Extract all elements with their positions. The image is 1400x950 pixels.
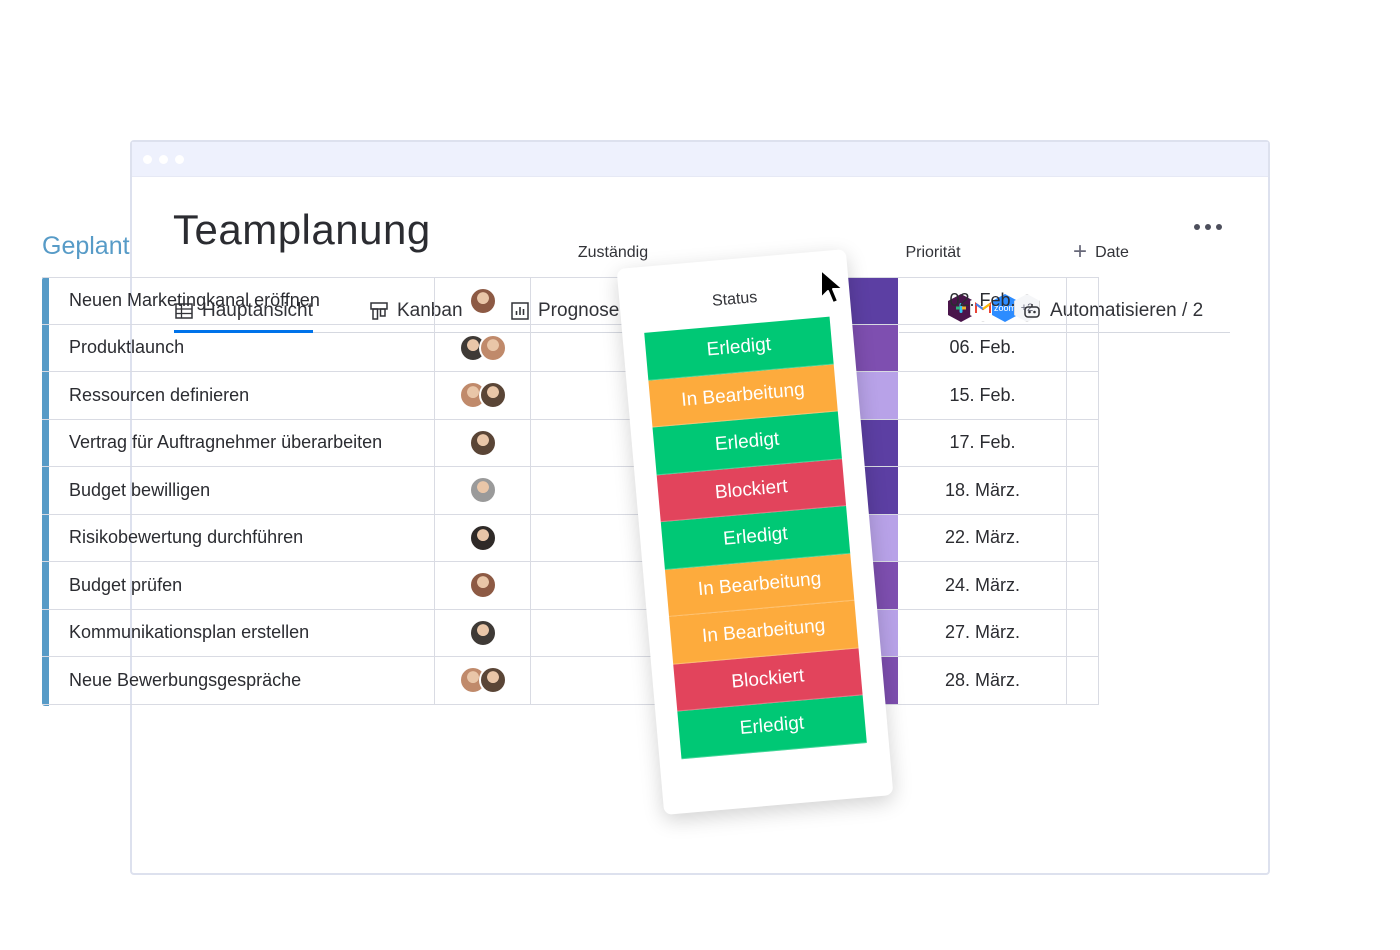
status-list: Erledigt In Bearbeitung Erledigt Blockiert E… bbox=[622, 315, 888, 761]
item-name[interactable]: Ressourcen definieren bbox=[50, 372, 435, 419]
avatar bbox=[478, 666, 507, 695]
item-name[interactable]: Budget bewilligen bbox=[50, 467, 435, 514]
table-row[interactable]: ProduktlaunchMittel06. Feb. bbox=[42, 324, 1099, 372]
avatar bbox=[468, 571, 497, 600]
item-name[interactable]: Neuen Marketingkanal eröffnen bbox=[50, 278, 435, 324]
date-cell[interactable]: 18. März. bbox=[899, 467, 1067, 514]
column-header-priority[interactable]: Priorität bbox=[838, 244, 1028, 262]
owner-cell[interactable] bbox=[435, 609, 531, 656]
item-name[interactable]: Kommunikationsplan erstellen bbox=[50, 609, 435, 656]
avatar bbox=[468, 286, 497, 315]
table-row[interactable]: Vertrag für Auftragnehmer überarbeitenHo… bbox=[42, 419, 1099, 467]
avatar bbox=[468, 523, 497, 552]
table-row[interactable]: Budget bewilligenHoch18. März. bbox=[42, 467, 1099, 515]
date-cell[interactable]: 27. März. bbox=[899, 609, 1067, 656]
date-cell[interactable]: 02. Feb. bbox=[899, 278, 1067, 324]
empty-cell bbox=[1067, 467, 1099, 514]
empty-cell bbox=[1067, 324, 1099, 371]
table-row[interactable]: Risikobewertung durchführenNiedrig22. Mä… bbox=[42, 514, 1099, 562]
date-cell[interactable]: 28. März. bbox=[899, 657, 1067, 704]
avatar bbox=[468, 428, 497, 457]
window-dot bbox=[175, 155, 184, 164]
board-table: Neuen Marketingkanal eröffnenHoch02. Feb… bbox=[42, 277, 1099, 705]
owner-cell[interactable] bbox=[435, 419, 531, 466]
table-row[interactable]: Kommunikationsplan erstellenNiedrig27. M… bbox=[42, 609, 1099, 657]
table-row[interactable]: Neuen Marketingkanal eröffnenHoch02. Feb… bbox=[42, 277, 1099, 325]
empty-cell bbox=[1067, 514, 1099, 561]
item-name[interactable]: Risikobewertung durchführen bbox=[50, 514, 435, 561]
date-cell[interactable]: 24. März. bbox=[899, 562, 1067, 609]
dot-icon bbox=[1194, 224, 1200, 230]
window-titlebar bbox=[132, 142, 1268, 177]
empty-cell bbox=[1067, 562, 1099, 609]
table-row[interactable]: Budget prüfenMittel24. März. bbox=[42, 562, 1099, 610]
empty-cell bbox=[1067, 657, 1099, 704]
avatar bbox=[468, 618, 497, 647]
table-row[interactable]: Ressourcen definierenNiedrig15. Feb. bbox=[42, 372, 1099, 420]
column-header-date[interactable]: Date bbox=[1028, 244, 1196, 262]
window-dot bbox=[143, 155, 152, 164]
date-cell[interactable]: 17. Feb. bbox=[899, 419, 1067, 466]
window-dot bbox=[159, 155, 168, 164]
owner-cell[interactable] bbox=[435, 278, 531, 324]
item-name[interactable]: Vertrag für Auftragnehmer überarbeiten bbox=[50, 419, 435, 466]
owner-cell[interactable] bbox=[435, 324, 531, 371]
owner-cell[interactable] bbox=[435, 514, 531, 561]
date-cell[interactable]: 15. Feb. bbox=[899, 372, 1067, 419]
status-column-dragged[interactable]: Status Erledigt In Bearbeitung Erledigt Blo… bbox=[616, 249, 894, 815]
dot-icon bbox=[1205, 224, 1211, 230]
owner-cell[interactable] bbox=[435, 562, 531, 609]
date-cell[interactable]: 06. Feb. bbox=[899, 324, 1067, 371]
empty-cell bbox=[1067, 609, 1099, 656]
mouse-cursor-icon bbox=[820, 269, 844, 304]
column-header-owner[interactable]: Zuständig bbox=[565, 244, 661, 262]
item-name[interactable]: Produktlaunch bbox=[50, 324, 435, 371]
avatar bbox=[468, 476, 497, 505]
empty-cell bbox=[1067, 278, 1099, 324]
owner-cell[interactable] bbox=[435, 657, 531, 704]
owner-cell[interactable] bbox=[435, 467, 531, 514]
table-row[interactable]: Neue BewerbungsgesprächeMittel28. März. bbox=[42, 657, 1099, 705]
dot-icon bbox=[1216, 224, 1222, 230]
add-column-button[interactable]: + bbox=[1073, 238, 1087, 266]
board-title: Teamplanung bbox=[173, 206, 431, 253]
empty-cell bbox=[1067, 372, 1099, 419]
avatar bbox=[478, 333, 507, 362]
empty-cell bbox=[1067, 419, 1099, 466]
avatar bbox=[478, 381, 507, 410]
group-title[interactable]: Geplant bbox=[42, 232, 130, 261]
more-options-button[interactable] bbox=[1194, 224, 1222, 230]
item-name[interactable]: Budget prüfen bbox=[50, 562, 435, 609]
date-cell[interactable]: 22. März. bbox=[899, 514, 1067, 561]
owner-cell[interactable] bbox=[435, 372, 531, 419]
item-name[interactable]: Neue Bewerbungsgespräche bbox=[50, 657, 435, 704]
